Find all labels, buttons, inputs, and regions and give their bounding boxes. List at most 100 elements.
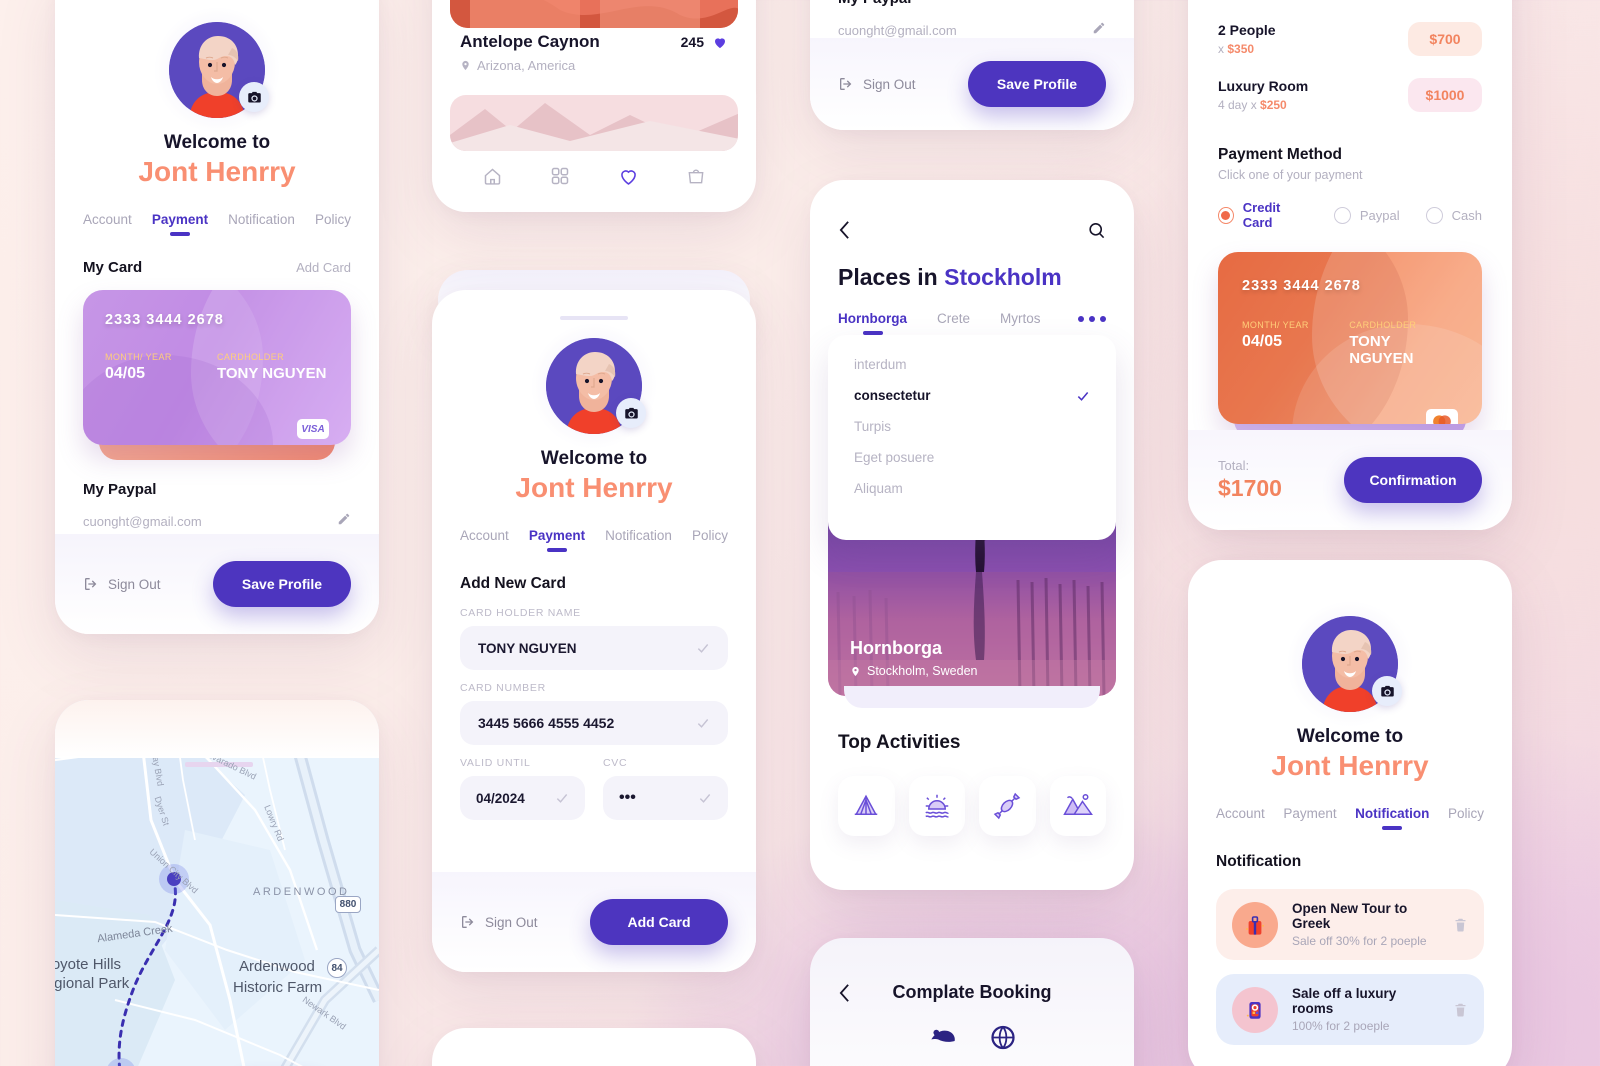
more-horizontal-icon[interactable] — [1078, 315, 1106, 322]
paypal-email[interactable]: cuonght@gmail.com — [838, 23, 957, 38]
payment-option-paypal[interactable]: Paypal — [1333, 206, 1400, 224]
bag-icon[interactable] — [686, 166, 706, 186]
tab-notification[interactable]: Notification — [605, 528, 672, 543]
trash-icon[interactable] — [1453, 1002, 1468, 1018]
save-profile-button[interactable]: Save Profile — [968, 61, 1106, 107]
add-card-button[interactable]: Add Card — [590, 899, 728, 945]
map-route-icon — [931, 1029, 955, 1042]
check-icon — [556, 794, 568, 803]
tab-payment[interactable]: Payment — [1283, 806, 1336, 821]
chevron-left-icon[interactable] — [838, 983, 851, 1003]
notification-item[interactable]: Open New Tour to Greek Sale off 30% for … — [1216, 889, 1484, 960]
notification-subtitle: Sale off 30% for 2 poeple — [1292, 934, 1427, 948]
sign-out-icon — [85, 578, 97, 590]
activity-tile-kayak[interactable] — [979, 776, 1036, 836]
place-hero-image — [450, 0, 738, 28]
tab-policy[interactable]: Policy — [1448, 806, 1484, 821]
dropdown-item[interactable]: Eget posuere — [854, 450, 1090, 465]
save-profile-button[interactable]: Save Profile — [213, 561, 351, 607]
total-label: Total: — [1218, 458, 1250, 473]
row-sub-price: $250 — [1260, 98, 1287, 112]
avatar[interactable] — [1278, 592, 1422, 736]
search-icon[interactable] — [1087, 221, 1106, 240]
paypal-email[interactable]: cuonght@gmail.com — [83, 514, 202, 529]
mastercard-icon — [1426, 409, 1458, 424]
profile-name: Jont Henrry — [515, 472, 673, 503]
activity-tile-mountains[interactable] — [1049, 776, 1106, 836]
card-holder-value: TONY NGUYEN — [217, 365, 327, 382]
place-second-image[interactable] — [450, 95, 738, 151]
avatar[interactable] — [145, 0, 289, 142]
suitcase-glyph — [1246, 915, 1264, 935]
mountains-icon — [1062, 794, 1093, 815]
highway-shield-880: 880 — [335, 896, 361, 913]
card-expiry-label: MONTH/ YEAR — [1242, 320, 1309, 330]
card-holder-name-input[interactable]: TONY NGUYEN — [460, 626, 728, 670]
screen-checkout: 2 People x $350 $700 Luxury Room 4 day x… — [1188, 0, 1512, 530]
credit-card-visa[interactable]: 2333 3444 2678 MONTH/ YEAR 04/05 CARDHOL… — [83, 290, 351, 445]
camera-icon[interactable] — [1372, 676, 1402, 706]
card-holder-name-value: TONY NGUYEN — [478, 640, 577, 656]
camera-icon[interactable] — [616, 398, 646, 428]
place-location: Arizona, America — [477, 58, 576, 73]
trash-icon[interactable] — [1453, 917, 1468, 933]
heart-icon[interactable] — [712, 35, 728, 50]
tent-icon — [855, 794, 878, 815]
option-label: Credit Card — [1242, 200, 1281, 230]
dropdown-item[interactable]: Turpis — [854, 419, 1090, 434]
activity-tile-tent[interactable] — [838, 776, 895, 836]
payment-option-credit-card[interactable]: Credit Card — [1218, 200, 1308, 230]
card-number-input[interactable]: 3445 5666 4555 4452 — [460, 701, 728, 745]
place-tab-hornborga[interactable]: Hornborga — [838, 311, 907, 326]
sign-out-button[interactable]: Sign Out — [83, 576, 161, 592]
row-sub-price: $350 — [1227, 42, 1255, 56]
camera-icon[interactable] — [239, 82, 269, 112]
chevron-left-icon[interactable] — [838, 220, 851, 240]
activity-tile-sunset[interactable] — [908, 776, 965, 836]
grid-icon[interactable] — [550, 166, 570, 186]
pencil-icon[interactable] — [337, 512, 351, 531]
section-title-my-paypal: My Paypal — [83, 481, 157, 498]
tab-account[interactable]: Account — [460, 528, 509, 543]
card-expiry-label: MONTH/ YEAR — [105, 352, 172, 362]
total-value: $1700 — [1218, 475, 1282, 501]
dropdown-item[interactable]: interdum — [854, 357, 907, 372]
avatar[interactable] — [522, 314, 666, 458]
dropdown-item-selected[interactable]: consectetur — [854, 388, 931, 403]
section-title-my-paypal: My Paypal — [838, 0, 1106, 7]
sign-out-button[interactable]: Sign Out — [838, 76, 916, 92]
screen-complete-booking: Complate Booking — [810, 938, 1134, 1066]
tab-payment[interactable]: Payment — [152, 212, 208, 227]
places-title-accent: Stockholm — [944, 264, 1062, 290]
tab-payment[interactable]: Payment — [529, 528, 585, 543]
home-icon[interactable] — [482, 166, 503, 187]
sign-out-icon — [462, 916, 474, 928]
cvc-input[interactable]: ••• — [603, 776, 728, 820]
sign-out-icon — [840, 78, 852, 90]
check-icon — [699, 794, 711, 803]
row-amount: $1000 — [1408, 78, 1482, 112]
tab-policy[interactable]: Policy — [315, 212, 351, 227]
place-tab-crete[interactable]: Crete — [937, 311, 970, 326]
sign-out-button[interactable]: Sign Out — [460, 914, 538, 930]
location-pin-icon — [462, 60, 469, 71]
tab-account[interactable]: Account — [83, 212, 132, 227]
payment-option-cash[interactable]: Cash — [1425, 206, 1482, 224]
confirmation-button[interactable]: Confirmation — [1344, 457, 1482, 503]
door-hanger-icon — [1232, 986, 1278, 1033]
profile-name: Jont Henrry — [138, 156, 296, 187]
card-number: 2333 3444 2678 — [105, 312, 224, 328]
heart-icon[interactable] — [618, 166, 639, 187]
add-card-link[interactable]: Add Card — [296, 260, 351, 275]
tab-notification[interactable]: Notification — [1355, 806, 1429, 821]
tab-notification[interactable]: Notification — [228, 212, 295, 227]
dropdown-item[interactable]: Aliquam — [854, 481, 1090, 496]
valid-until-input[interactable]: 04/2024 — [460, 776, 585, 820]
profile-tabs: Account Payment Notification Policy — [1216, 806, 1484, 821]
place-tab-myrtos[interactable]: Myrtos — [1000, 311, 1041, 326]
tab-account[interactable]: Account — [1216, 806, 1265, 821]
credit-card-mastercard[interactable]: 2333 3444 2678 MONTH/ YEAR 04/05 CARDHOL… — [1218, 252, 1482, 424]
tab-policy[interactable]: Policy — [692, 528, 728, 543]
notification-subtitle: 100% for 2 poeple — [1292, 1019, 1390, 1033]
notification-item[interactable]: Sale off a luxury rooms 100% for 2 poepl… — [1216, 974, 1484, 1045]
